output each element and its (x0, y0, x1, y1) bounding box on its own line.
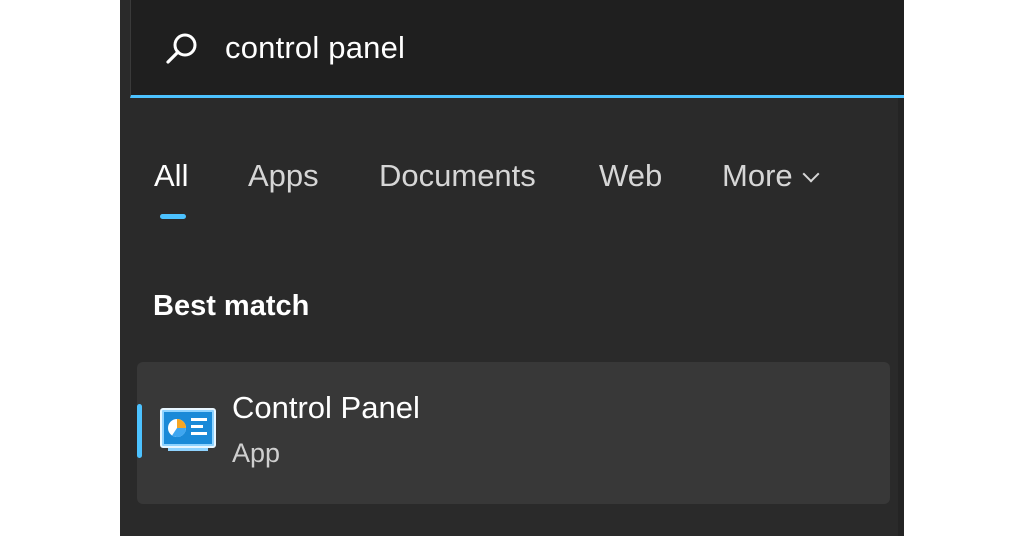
tab-documents[interactable]: Documents (379, 158, 536, 194)
tab-all[interactable]: All (154, 158, 188, 194)
result-subtitle: App (232, 438, 281, 468)
search-icon (166, 33, 197, 64)
tab-apps[interactable]: Apps (248, 158, 319, 194)
result-title: Control Panel (232, 390, 420, 425)
tab-more[interactable]: More (722, 158, 820, 194)
chevron-down-icon (802, 165, 820, 183)
control-panel-icon (160, 408, 216, 451)
search-box[interactable]: control panel (130, 0, 904, 98)
tab-more-label: More (722, 158, 793, 193)
search-filter-tabs: All Apps Documents Web More (120, 158, 904, 228)
selection-indicator (137, 404, 142, 458)
active-tab-indicator (160, 214, 186, 219)
tab-web[interactable]: Web (599, 158, 662, 194)
best-match-heading: Best match (153, 290, 310, 322)
best-match-result[interactable] (137, 362, 890, 504)
start-search-panel: control panel All Apps Documents Web Mor… (120, 0, 904, 536)
search-input[interactable]: control panel (225, 30, 405, 66)
